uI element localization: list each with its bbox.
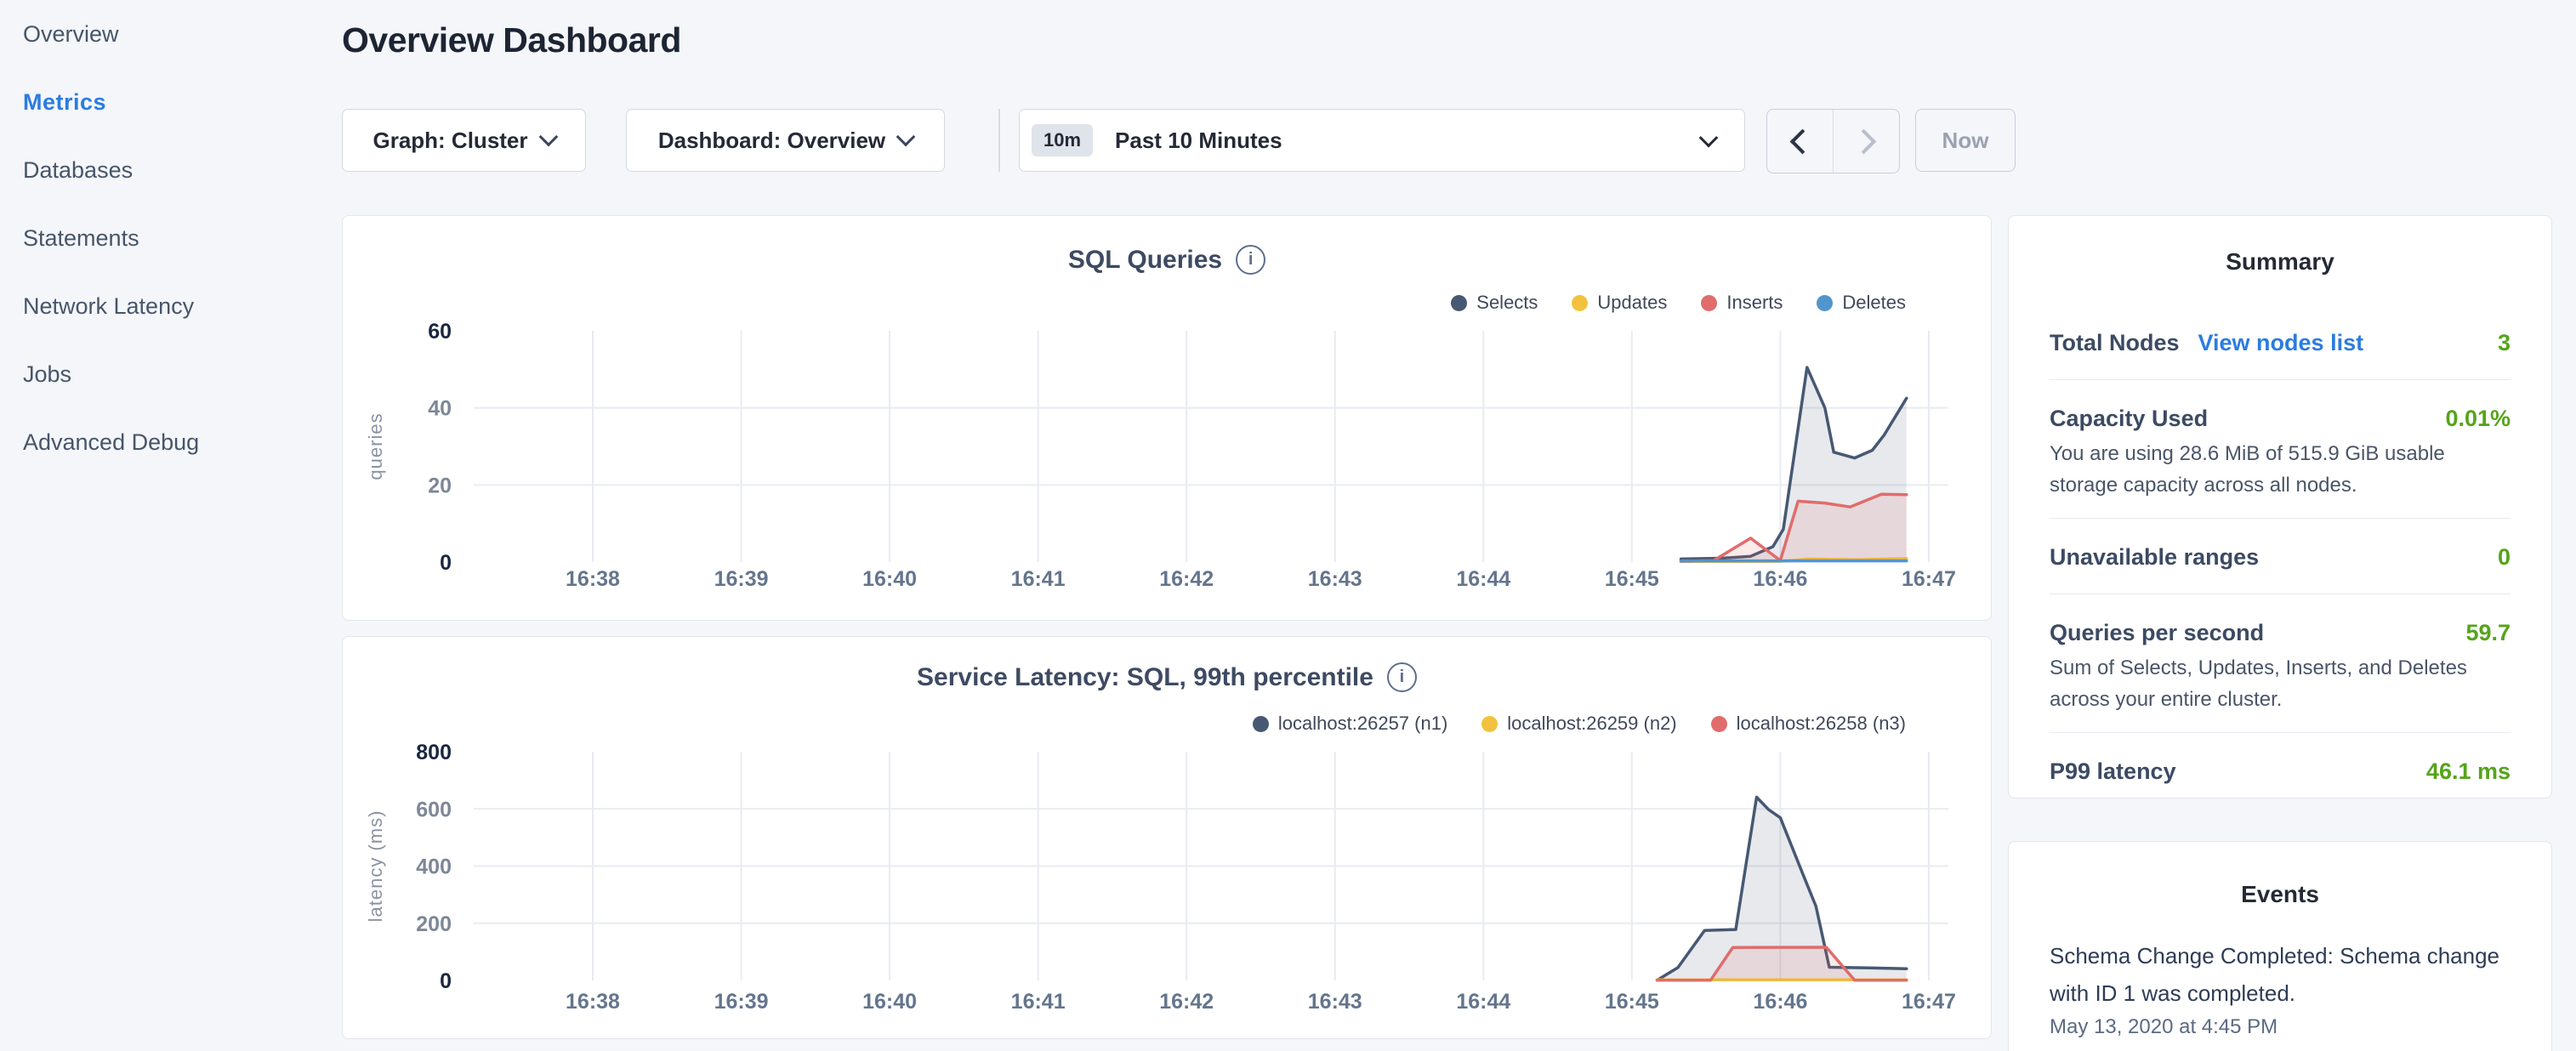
time-range-label: Past 10 Minutes [1115,128,1282,154]
summary-divider [2050,518,2511,519]
sidebar-nav-list: OverviewMetricsDatabasesStatementsNetwor… [0,0,340,476]
svg-text:16:42: 16:42 [1159,567,1214,591]
chevron-down-icon [538,128,558,147]
summary-row-description: You are using 28.6 MiB of 515.9 GiB usab… [2050,438,2511,501]
chevron-left-icon [1790,128,1816,154]
sidebar-item-overview[interactable]: Overview [0,0,340,68]
sql-queries-plot[interactable]: 16:38 16:39 16:40 16:41 16:42 16:43 16:44 16:45… [343,216,1993,622]
summary-row: Total Nodes View nodes list 3 [2050,323,2511,362]
summary-row-label: Capacity Used [2050,406,2208,432]
summary-title: Summary [2050,248,2511,276]
summary-panel: Summary Total Nodes View nodes list 3 Capac… [2008,215,2552,798]
chevron-right-icon [1851,128,1877,154]
time-range-pager [1766,109,1900,173]
summary-row-label: Total Nodes [2050,330,2180,356]
time-range-badge: 10m [1032,124,1093,156]
sidebar-item-databases[interactable]: Databases [0,136,340,204]
svg-text:16:41: 16:41 [1011,567,1066,591]
summary-row-value: 3 [2498,330,2511,356]
graph-scope-dropdown[interactable]: Graph: Cluster [342,109,586,172]
summary-row: Capacity Used 0.01% You are using 28.6 MiB… [2050,399,2511,501]
summary-row-value: 0 [2498,544,2511,571]
svg-text:16:39: 16:39 [714,990,769,1014]
summary-rows: Total Nodes View nodes list 3 Capacity Used… [2050,323,2511,791]
svg-text:16:40: 16:40 [862,567,917,591]
sidebar-item-advanced-debug[interactable]: Advanced Debug [0,408,340,476]
svg-text:200: 200 [416,912,452,936]
sidebar: OverviewMetricsDatabasesStatementsNetwor… [0,0,340,1051]
summary-row-label: Queries per second [2050,620,2264,646]
svg-text:16:43: 16:43 [1308,990,1362,1014]
svg-text:40: 40 [428,397,452,421]
svg-text:600: 600 [416,798,452,821]
graph-scope-dropdown-label: Graph: Cluster [372,128,527,154]
time-range-prev-button[interactable] [1767,110,1833,173]
svg-text:16:38: 16:38 [566,567,620,591]
svg-text:16:47: 16:47 [1902,990,1956,1014]
toolbar-divider [998,109,1000,172]
svg-text:16:47: 16:47 [1902,567,1956,591]
svg-text:16:46: 16:46 [1753,990,1807,1014]
svg-text:queries: queries [365,412,386,480]
svg-text:0: 0 [440,969,452,993]
event-timestamp: May 13, 2020 at 4:45 PM [2050,1012,2511,1042]
svg-text:0: 0 [440,551,452,575]
svg-text:16:43: 16:43 [1308,567,1362,591]
sidebar-item-jobs[interactable]: Jobs [0,340,340,408]
summary-row-description: Sum of Selects, Updates, Inserts, and De… [2050,652,2511,715]
summary-row: P99 latency 46.1 ms [2050,752,2511,791]
summary-divider [2050,732,2511,733]
svg-text:16:44: 16:44 [1456,567,1510,591]
summary-row-value: 0.01% [2445,406,2511,432]
sql-queries-chart-card: SQL Queries i SelectsUpdatesInsertsDelet… [342,215,1992,621]
events-title: Events [2050,881,2511,908]
dashboard-dropdown-label: Dashboard: Overview [658,128,885,154]
sidebar-item-network-latency[interactable]: Network Latency [0,272,340,340]
time-range-dropdown[interactable]: 10m Past 10 Minutes [1019,109,1745,172]
dashboard-dropdown[interactable]: Dashboard: Overview [626,109,945,172]
svg-text:latency (ms): latency (ms) [365,810,386,923]
time-range-next-button[interactable] [1833,110,1899,173]
service-latency-chart-card: Service Latency: SQL, 99th percentile i … [342,636,1992,1039]
events-list: Schema Change Completed: Schema change w… [2050,937,2511,1042]
service-latency-plot[interactable]: 16:38 16:39 16:40 16:41 16:42 16:43 16:44 16:45… [343,637,1993,1040]
svg-text:16:42: 16:42 [1159,990,1214,1014]
svg-text:400: 400 [416,855,452,879]
summary-row-value: 46.1 ms [2426,758,2511,785]
svg-text:16:46: 16:46 [1753,567,1807,591]
chevron-down-icon [1699,128,1719,148]
view-nodes-list-link[interactable]: View nodes list [2198,330,2364,356]
svg-text:20: 20 [428,474,452,497]
now-button[interactable]: Now [1915,109,2016,172]
svg-text:16:44: 16:44 [1456,990,1510,1014]
db-console-page: OverviewMetricsDatabasesStatementsNetwor… [0,0,2576,1051]
svg-text:16:39: 16:39 [714,567,769,591]
svg-text:16:38: 16:38 [566,990,620,1014]
page-title: Overview Dashboard [342,20,681,60]
svg-text:16:40: 16:40 [862,990,917,1014]
svg-text:16:41: 16:41 [1011,990,1066,1014]
summary-row-value: 59.7 [2465,620,2511,646]
event-message: Schema Change Completed: Schema change w… [2050,937,2511,1012]
svg-text:16:45: 16:45 [1605,990,1659,1014]
svg-text:60: 60 [428,320,452,344]
summary-row: Unavailable ranges 0 [2050,537,2511,577]
summary-row-label: Unavailable ranges [2050,544,2259,571]
events-panel: Events Schema Change Completed: Schema c… [2008,841,2552,1051]
summary-row: Queries per second 59.7 Sum of Selects, Up… [2050,613,2511,715]
sidebar-item-metrics[interactable]: Metrics [0,68,340,136]
summary-divider [2050,379,2511,380]
sidebar-item-statements[interactable]: Statements [0,204,340,272]
chevron-down-icon [896,128,916,147]
summary-row-label: P99 latency [2050,758,2176,785]
svg-text:16:45: 16:45 [1605,567,1659,591]
svg-text:800: 800 [416,741,452,764]
